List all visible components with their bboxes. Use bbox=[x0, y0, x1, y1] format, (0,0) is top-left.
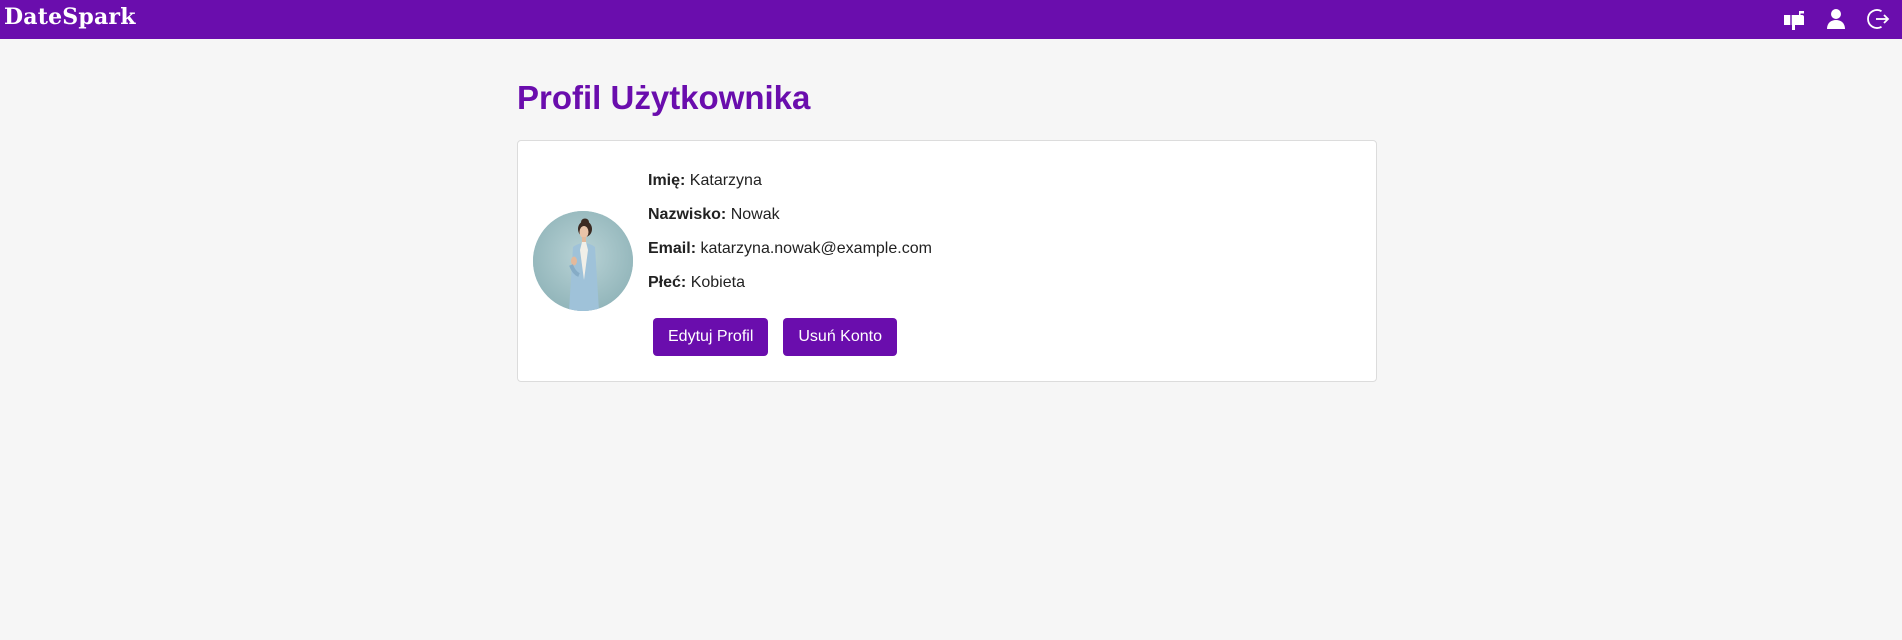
last-name-row: Nazwisko: Nowak bbox=[648, 205, 932, 225]
mailbox-icon[interactable] bbox=[1782, 7, 1806, 31]
brand-logo[interactable]: DateSpark bbox=[4, 3, 136, 31]
first-name-label: Imię: bbox=[648, 172, 686, 189]
email-row: Email: katarzyna.nowak@example.com bbox=[648, 239, 932, 259]
user-icon[interactable] bbox=[1824, 7, 1848, 31]
page-title: Profil Użytkownika bbox=[517, 79, 811, 116]
profile-actions: Edytuj Profil Usuń Konto bbox=[653, 318, 897, 356]
first-name-value: Katarzyna bbox=[689, 172, 762, 189]
logout-icon[interactable] bbox=[1866, 7, 1890, 31]
gender-value: Kobieta bbox=[690, 274, 745, 291]
edit-profile-button[interactable]: Edytuj Profil bbox=[653, 318, 769, 356]
last-name-label: Nazwisko: bbox=[648, 206, 727, 223]
first-name-row: Imię: Katarzyna bbox=[648, 171, 932, 191]
gender-label: Płeć: bbox=[648, 274, 687, 291]
top-bar-icons bbox=[1782, 4, 1890, 34]
delete-account-button[interactable]: Usuń Konto bbox=[783, 318, 897, 356]
email-value: katarzyna.nowak@example.com bbox=[700, 240, 932, 257]
gender-row: Płeć: Kobieta bbox=[648, 273, 932, 293]
top-bar: DateSpark bbox=[0, 0, 1902, 39]
profile-card: Imię: Katarzyna Nazwisko: Nowak Email: k… bbox=[517, 140, 1377, 382]
profile-page: Profil Użytkownika Imię: Katarzyna Nazwi… bbox=[517, 78, 1377, 382]
profile-details: Imię: Katarzyna Nazwisko: Nowak Email: k… bbox=[648, 171, 932, 307]
email-label: Email: bbox=[648, 240, 697, 257]
last-name-value: Nowak bbox=[730, 206, 780, 223]
avatar bbox=[533, 211, 633, 311]
